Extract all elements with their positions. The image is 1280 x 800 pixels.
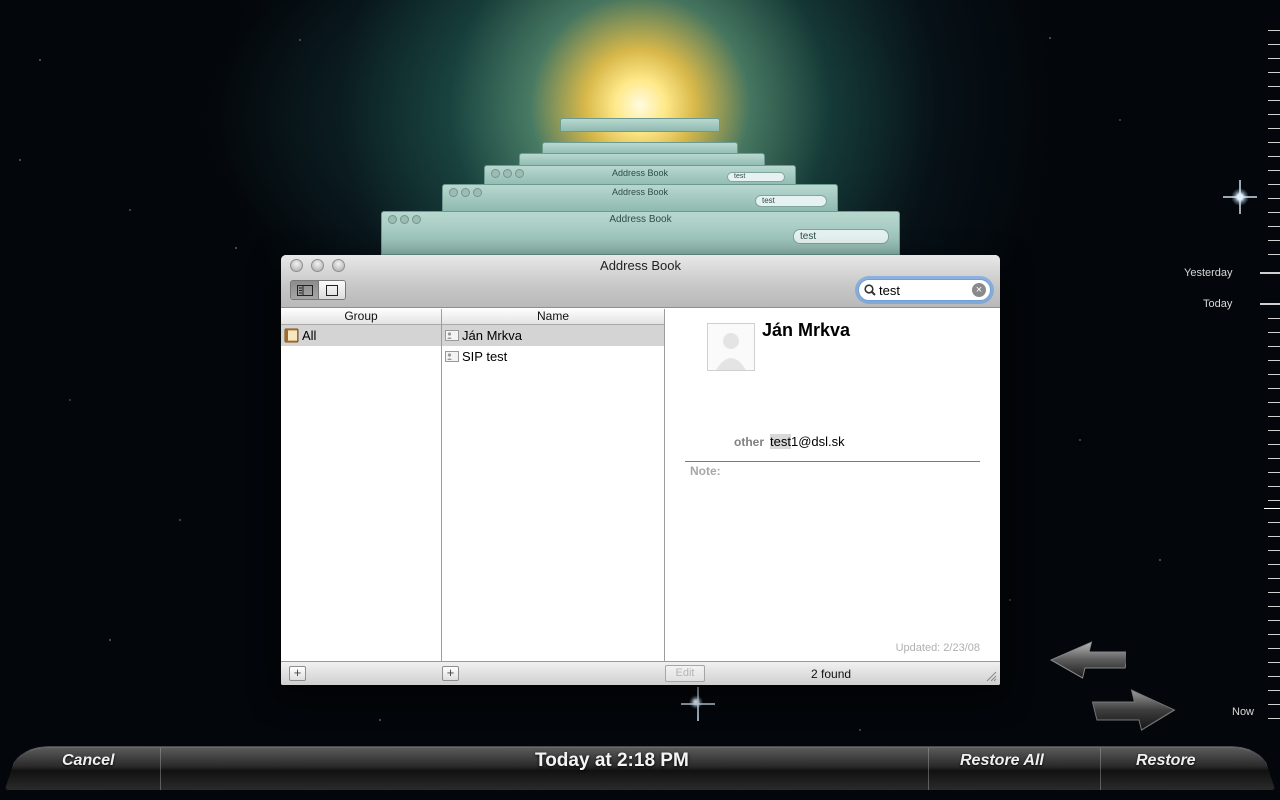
found-count: 2 found (811, 667, 852, 681)
card-view-button[interactable] (318, 281, 345, 299)
history-window-title: Address Book (609, 214, 672, 225)
contact-detail-card: Ján Mrkva other test1@dsl.sk Note: Updat… (665, 309, 1000, 661)
divider (685, 461, 980, 462)
bright-star (1223, 180, 1257, 214)
cancel-button[interactable]: Cancel (62, 752, 114, 770)
note-label[interactable]: Note: (690, 464, 721, 478)
add-person-button[interactable]: + (442, 666, 459, 681)
search-field[interactable]: × (858, 279, 991, 301)
person-silhouette-icon (716, 333, 746, 370)
group-item-label: All (302, 328, 317, 343)
window-title: Address Book (600, 258, 681, 273)
title-bar: Address Book × (281, 255, 1000, 308)
card-view-icon (326, 284, 338, 296)
contact-name: SIP test (462, 349, 508, 364)
today-tick[interactable] (1260, 303, 1280, 305)
back-in-time-arrow-icon[interactable] (1042, 640, 1126, 686)
clear-search-icon[interactable]: × (972, 283, 986, 297)
search-icon (864, 284, 876, 296)
window-controls (449, 188, 485, 199)
contact-card-icon (445, 351, 459, 362)
contact-photo[interactable] (707, 323, 755, 371)
bottom-bar: + + Edit 2 found (281, 661, 1000, 685)
updated-date: Updated: 2/23/08 (895, 642, 980, 654)
resize-grip-icon[interactable] (985, 670, 997, 682)
email-value-rest: 1@dsl.sk (790, 434, 845, 449)
email-value[interactable]: test1@dsl.sk (770, 434, 845, 449)
email-label[interactable]: other (734, 435, 764, 449)
history-search-field: test (793, 229, 889, 244)
address-book-icon (284, 328, 299, 343)
group-item-all[interactable]: All (281, 325, 441, 346)
group-column-header[interactable]: Group (281, 309, 441, 325)
bright-star (681, 687, 715, 721)
restore-all-button[interactable]: Restore All (960, 752, 1044, 770)
search-match-highlight: test (770, 434, 791, 449)
window-controls (388, 215, 424, 226)
search-input[interactable] (879, 282, 969, 298)
contact-full-name: Ján Mrkva (762, 320, 851, 340)
add-group-button[interactable]: + (289, 666, 306, 681)
history-window-snapshot[interactable]: Address Book test (442, 184, 838, 212)
group-column: Group All (281, 309, 442, 661)
history-window-snapshot[interactable]: Address Book test (381, 211, 900, 255)
forward-in-time-arrow-icon[interactable] (1090, 684, 1182, 734)
current-position-tick[interactable] (1264, 508, 1280, 509)
timeline-label-yesterday[interactable]: Yesterday (1184, 267, 1233, 279)
restore-button[interactable]: Restore (1136, 752, 1196, 770)
email-field: other test1@dsl.sk (734, 434, 845, 449)
contact-card-icon (445, 330, 459, 341)
list-item[interactable]: Ján Mrkva (442, 325, 664, 346)
column-view-button[interactable] (291, 281, 318, 299)
snapshot-date: Today at 2:18 PM (535, 750, 689, 771)
window-controls (491, 169, 527, 180)
timeline-label-today[interactable]: Today (1203, 298, 1232, 310)
history-search-field: test (727, 172, 785, 182)
view-toggle (290, 280, 346, 300)
contact-name: Ján Mrkva (462, 328, 522, 343)
edit-button[interactable]: Edit (665, 665, 705, 682)
yesterday-tick[interactable] (1260, 272, 1280, 274)
timeline[interactable] (1260, 30, 1280, 720)
column-view-icon (296, 284, 313, 296)
name-column-header[interactable]: Name (442, 309, 664, 325)
list-item[interactable]: SIP test (442, 346, 664, 367)
timeline-label-now[interactable]: Now (1232, 706, 1254, 718)
history-window-snapshot[interactable] (560, 118, 720, 132)
name-column: Name Ján Mrkva SIP test (442, 309, 665, 661)
address-book-window: Address Book × Group All Name (281, 255, 1000, 685)
history-search-field: test (755, 195, 827, 207)
